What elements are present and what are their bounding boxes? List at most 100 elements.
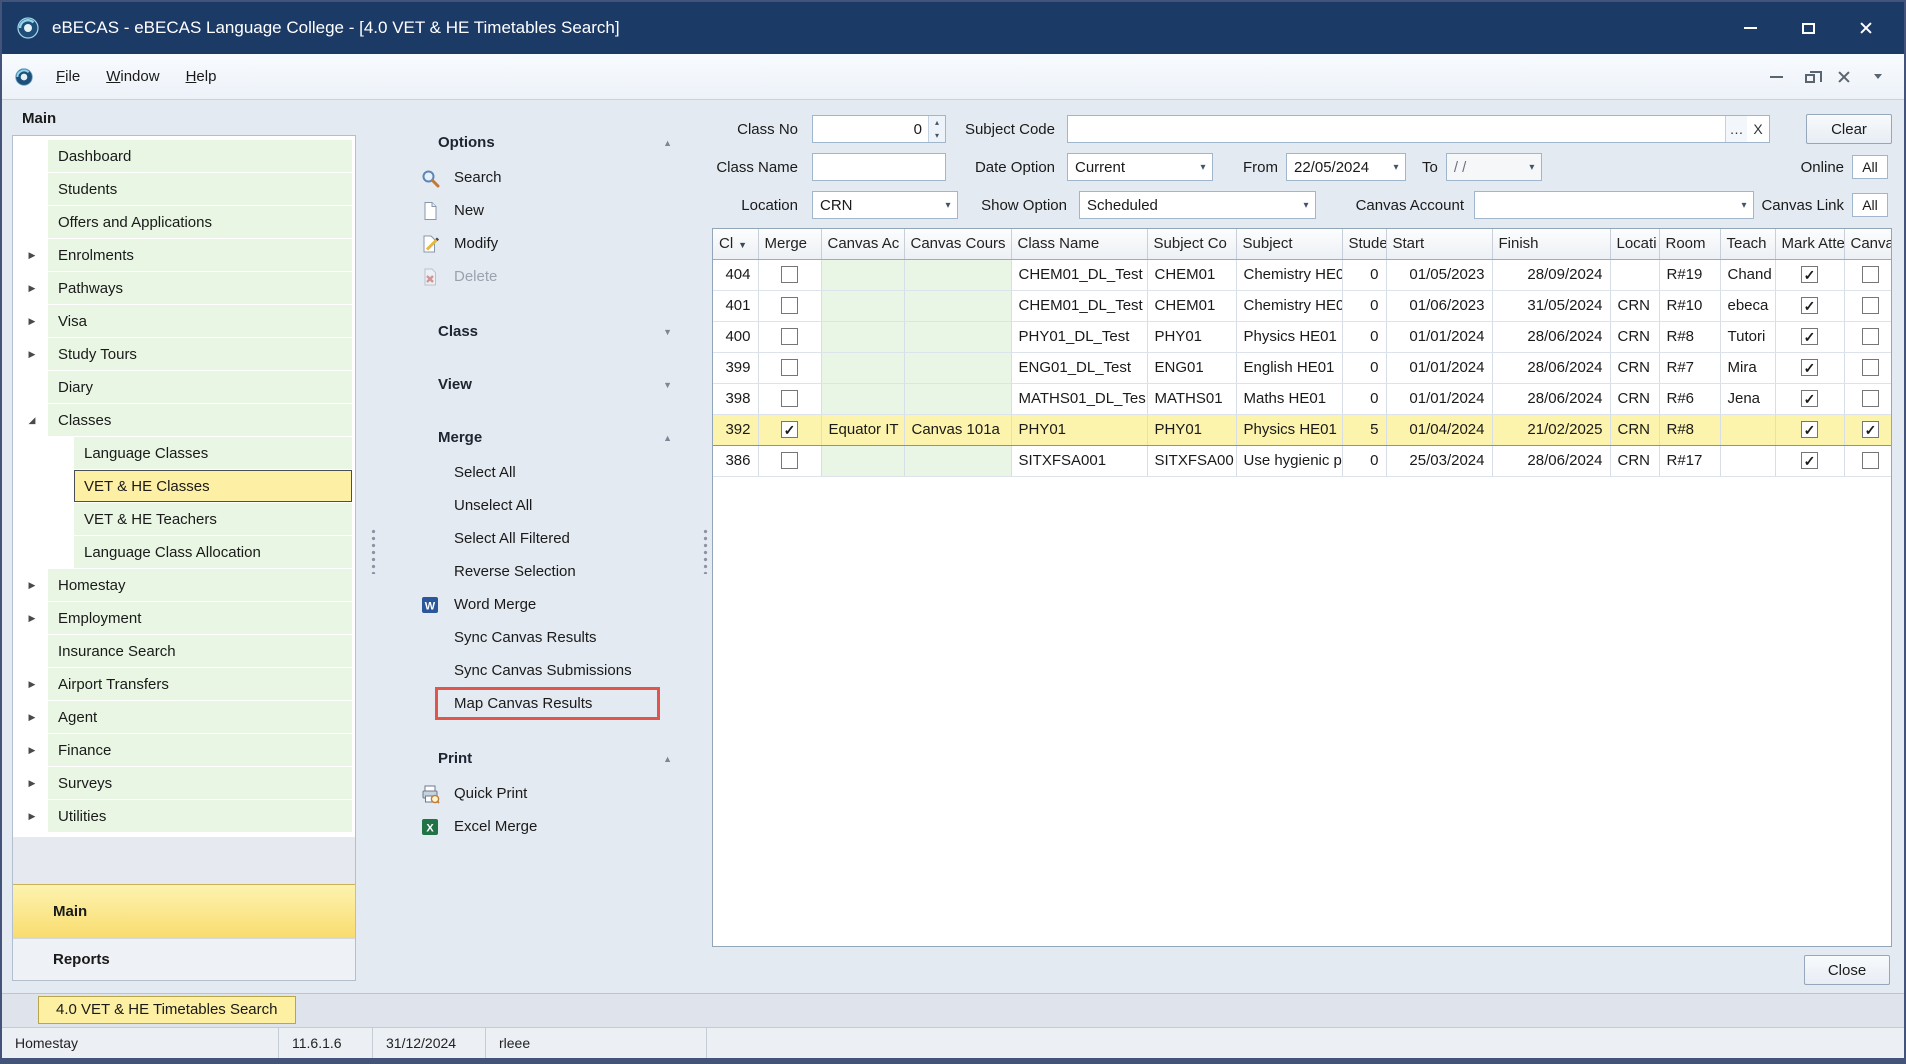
canvas-checkbox[interactable] bbox=[1862, 452, 1879, 469]
subject-code-input[interactable]: … X bbox=[1067, 115, 1770, 143]
menu-file[interactable]: File bbox=[44, 63, 92, 90]
tree-collapsed-icon[interactable]: ▶ bbox=[16, 580, 48, 591]
navgroup-main-button[interactable]: Main bbox=[13, 884, 355, 938]
option-quick-print[interactable]: Quick Print bbox=[390, 777, 698, 810]
close-button[interactable]: Close bbox=[1804, 955, 1890, 985]
tree-collapsed-icon[interactable]: ▶ bbox=[16, 745, 48, 756]
tree-collapsed-icon[interactable]: ▶ bbox=[16, 811, 48, 822]
column-header-canvas-account[interactable]: Canvas Ac bbox=[821, 229, 904, 259]
sidebar-item-study-tours[interactable]: ▶Study Tours bbox=[16, 338, 352, 370]
sidebar-item-agent[interactable]: ▶Agent bbox=[16, 701, 352, 733]
dropdown-arrow-button[interactable] bbox=[1864, 64, 1892, 90]
navgroup-reports-button[interactable]: Reports bbox=[13, 938, 355, 980]
mark_att-checkbox[interactable] bbox=[1801, 421, 1818, 438]
class-no-input[interactable]: 0 ▴ ▾ bbox=[812, 115, 946, 143]
tree-collapsed-icon[interactable]: ▶ bbox=[16, 712, 48, 723]
column-header-mark-att[interactable]: Mark Atte bbox=[1775, 229, 1844, 259]
sidebar-item-pathways[interactable]: ▶Pathways bbox=[16, 272, 352, 304]
to-date-input[interactable]: / / ▾ bbox=[1446, 153, 1542, 181]
tab-vet-he-timetables-search[interactable]: 4.0 VET & HE Timetables Search bbox=[38, 996, 296, 1024]
table-row-class-399[interactable]: 399ENG01_DL_TestENG01English HE01001/01/… bbox=[713, 352, 1892, 383]
merge-checkbox[interactable] bbox=[781, 452, 798, 469]
restore-button[interactable] bbox=[1796, 64, 1824, 90]
group-header-print[interactable]: Print▲ bbox=[390, 744, 698, 773]
spin-up-icon[interactable]: ▴ bbox=[929, 116, 945, 129]
online-filter-value[interactable]: All bbox=[1852, 155, 1888, 179]
option-modify[interactable]: Modify bbox=[390, 227, 698, 260]
table-row-class-398[interactable]: 398MATHS01_DL_TesMATHS01Maths HE01001/01… bbox=[713, 383, 1892, 414]
mark_att-checkbox[interactable] bbox=[1801, 297, 1818, 314]
maximize-button[interactable] bbox=[1784, 11, 1832, 45]
sidebar-item-finance[interactable]: ▶Finance bbox=[16, 734, 352, 766]
merge-checkbox[interactable] bbox=[781, 297, 798, 314]
column-header-class-no[interactable]: Cl▼ bbox=[713, 229, 758, 259]
sidebar-item-students[interactable]: Students bbox=[16, 173, 352, 205]
close-button[interactable] bbox=[1830, 64, 1858, 90]
column-header-teacher[interactable]: Teach bbox=[1720, 229, 1775, 259]
tree-collapsed-icon[interactable]: ▶ bbox=[16, 679, 48, 690]
sidebar-item-vet-he-teachers[interactable]: VET & HE Teachers bbox=[16, 503, 352, 535]
tree-expanded-icon[interactable]: ◢ bbox=[16, 415, 48, 426]
sidebar-item-dashboard[interactable]: Dashboard bbox=[16, 140, 352, 172]
table-row-class-401[interactable]: 401CHEM01_DL_TestCHEM01Chemistry HE01001… bbox=[713, 290, 1892, 321]
column-header-location[interactable]: Locati bbox=[1610, 229, 1659, 259]
dropdown-arrow-icon[interactable]: ▾ bbox=[939, 200, 957, 211]
tree-collapsed-icon[interactable]: ▶ bbox=[16, 283, 48, 294]
option-map-canvas-results[interactable]: Map Canvas Results bbox=[435, 687, 660, 720]
canvas-checkbox[interactable] bbox=[1862, 359, 1879, 376]
merge-checkbox[interactable] bbox=[781, 328, 798, 345]
column-header-subject-code[interactable]: Subject Co bbox=[1147, 229, 1236, 259]
tree-collapsed-icon[interactable]: ▶ bbox=[16, 250, 48, 261]
table-row-class-386[interactable]: 386SITXFSA001SITXFSA00Use hygienic p025/… bbox=[713, 445, 1892, 476]
column-header-room[interactable]: Room bbox=[1659, 229, 1720, 259]
merge-checkbox[interactable] bbox=[781, 421, 798, 438]
sidebar-item-utilities[interactable]: ▶Utilities bbox=[16, 800, 352, 832]
mark_att-checkbox[interactable] bbox=[1801, 266, 1818, 283]
column-header-students[interactable]: Studen bbox=[1342, 229, 1386, 259]
option-search[interactable]: Search bbox=[390, 161, 698, 194]
sidebar-item-visa[interactable]: ▶Visa bbox=[16, 305, 352, 337]
option-sync-canvas-submissions[interactable]: Sync Canvas Submissions bbox=[390, 654, 698, 687]
group-header-merge[interactable]: Merge▲ bbox=[390, 423, 698, 452]
show-option-select[interactable]: Scheduled ▾ bbox=[1079, 191, 1316, 219]
sidebar-item-language-classes[interactable]: Language Classes bbox=[16, 437, 352, 469]
option-new[interactable]: New bbox=[390, 194, 698, 227]
sidebar-item-insurance-search[interactable]: Insurance Search bbox=[16, 635, 352, 667]
option-word-merge[interactable]: WWord Merge bbox=[390, 588, 698, 621]
canvas-checkbox[interactable] bbox=[1862, 266, 1879, 283]
column-header-start[interactable]: Start bbox=[1386, 229, 1492, 259]
mark_att-checkbox[interactable] bbox=[1801, 390, 1818, 407]
sidebar-item-employment[interactable]: ▶Employment bbox=[16, 602, 352, 634]
canvas-checkbox[interactable] bbox=[1862, 421, 1879, 438]
minimize-button[interactable] bbox=[1762, 64, 1790, 90]
class-no-spinner[interactable]: ▴ ▾ bbox=[928, 116, 945, 142]
menu-window[interactable]: Window bbox=[94, 63, 171, 90]
option-reverse-selection[interactable]: Reverse Selection bbox=[390, 555, 698, 588]
option-excel-merge[interactable]: XExcel Merge bbox=[390, 810, 698, 843]
close-button[interactable] bbox=[1842, 11, 1890, 45]
option-unselect-all[interactable]: Unselect All bbox=[390, 489, 698, 522]
merge-checkbox[interactable] bbox=[781, 390, 798, 407]
canvas-checkbox[interactable] bbox=[1862, 297, 1879, 314]
dropdown-arrow-icon[interactable]: ▾ bbox=[1297, 200, 1315, 211]
subject-code-clear-button[interactable]: X bbox=[1747, 121, 1769, 137]
group-header-view[interactable]: View▼ bbox=[390, 370, 698, 399]
tree-collapsed-icon[interactable]: ▶ bbox=[16, 778, 48, 789]
date-option-select[interactable]: Current ▾ bbox=[1067, 153, 1213, 181]
dropdown-arrow-icon[interactable]: ▾ bbox=[1387, 162, 1405, 173]
column-header-merge[interactable]: Merge bbox=[758, 229, 821, 259]
dropdown-arrow-icon[interactable]: ▾ bbox=[1735, 200, 1753, 211]
from-date-input[interactable]: 22/05/2024 ▾ bbox=[1286, 153, 1406, 181]
canvas-checkbox[interactable] bbox=[1862, 328, 1879, 345]
sidebar-item-diary[interactable]: Diary bbox=[16, 371, 352, 403]
option-sync-canvas-results[interactable]: Sync Canvas Results bbox=[390, 621, 698, 654]
canvas-account-select[interactable]: ▾ bbox=[1474, 191, 1754, 219]
dropdown-arrow-icon[interactable]: ▾ bbox=[1523, 162, 1541, 173]
group-header-options[interactable]: Options▲ bbox=[390, 128, 698, 157]
spin-down-icon[interactable]: ▾ bbox=[929, 129, 945, 142]
sidebar-item-vet-he-classes[interactable]: VET & HE Classes bbox=[16, 470, 352, 502]
column-header-canvas[interactable]: Canva bbox=[1844, 229, 1892, 259]
merge-checkbox[interactable] bbox=[781, 359, 798, 376]
sidebar-item-homestay[interactable]: ▶Homestay bbox=[16, 569, 352, 601]
splitter-right[interactable] bbox=[698, 108, 712, 993]
